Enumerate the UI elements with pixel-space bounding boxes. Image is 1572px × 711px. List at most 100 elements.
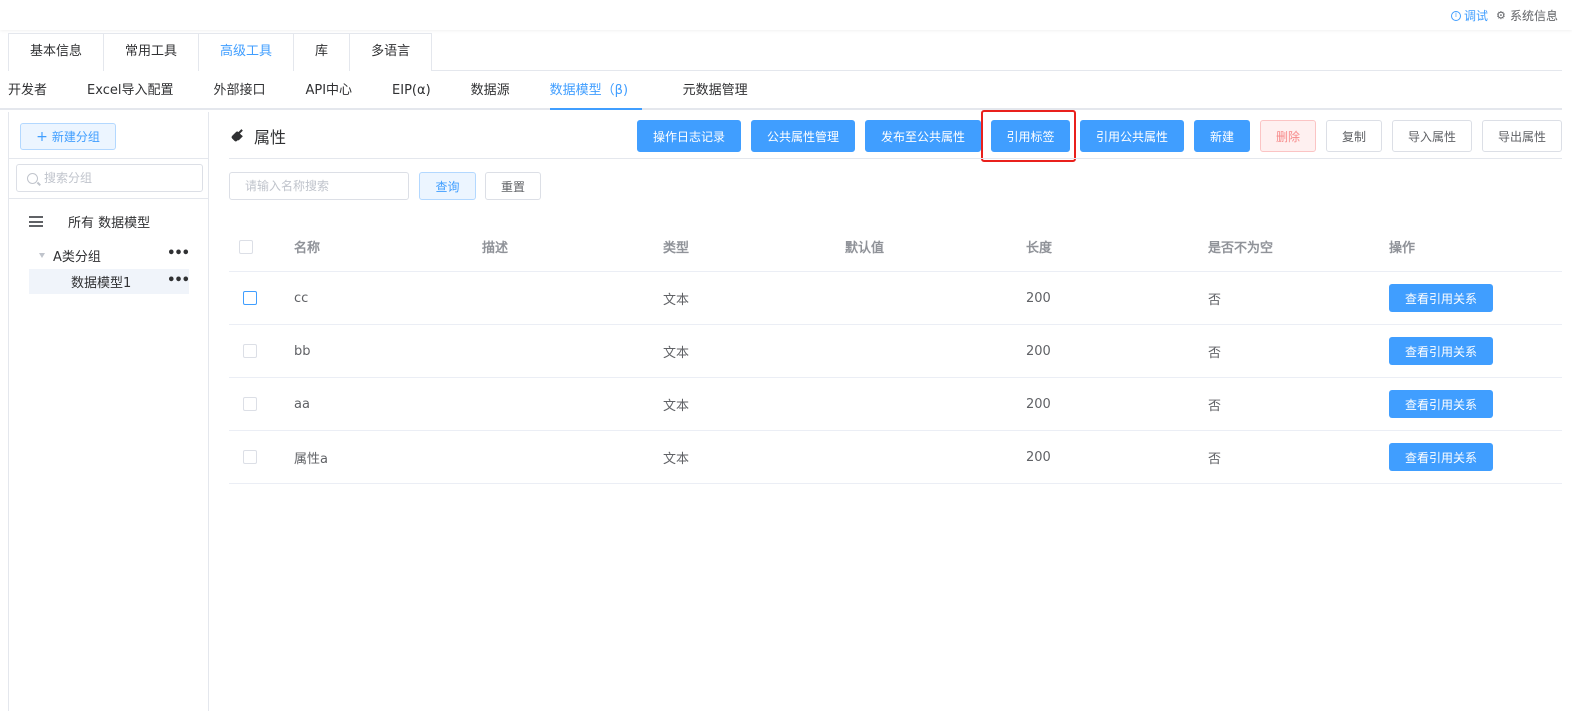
subtab-developer[interactable]: 开发者 — [0, 76, 67, 108]
new-group-button[interactable]: + 新建分组 — [20, 123, 116, 150]
tree-group-a[interactable]: A类分组 ••• — [29, 243, 190, 267]
cell-type: 文本 — [663, 345, 690, 361]
header-links: i 调试 ⚙ 系统信息 — [1450, 7, 1558, 24]
table-row: 属性a 文本 200 否 查看引用关系 — [229, 431, 1562, 484]
col-default[interactable]: 默认值 — [845, 222, 884, 271]
new-button[interactable]: 新建 — [1194, 120, 1250, 152]
reset-button[interactable]: 重置 — [485, 172, 541, 200]
delete-button[interactable]: 删除 — [1260, 120, 1316, 152]
plug-icon — [230, 128, 246, 144]
page-title: 属性 — [230, 124, 286, 148]
subtab-metadata[interactable]: 元数据管理 — [663, 76, 768, 108]
gear-icon: ⚙ — [1495, 9, 1506, 22]
group-search-input[interactable] — [44, 171, 194, 185]
col-desc[interactable]: 描述 — [482, 222, 508, 271]
subtab-datasource[interactable]: 数据源 — [451, 76, 530, 108]
attribute-table: 名称 描述 类型 默认值 长度 是否不为空 操作 cc 文本 200 否 查看引… — [229, 222, 1562, 484]
info-icon: i — [1450, 10, 1461, 21]
name-search-input[interactable] — [229, 172, 409, 200]
cell-length: 200 — [1026, 449, 1051, 465]
sidebar: + 新建分组 所有 数据模型 A类分组 ••• 数据模型1 ••• — [8, 112, 209, 711]
col-length[interactable]: 长度 — [1026, 222, 1052, 271]
plus-icon: + — [36, 128, 48, 145]
app-root: i 调试 ⚙ 系统信息 基本信息 常用工具 高级工具 库 多语言 开发者 Exc… — [0, 0, 1572, 711]
all-models-label: 所有 数据模型 — [68, 216, 151, 231]
toolbar: 操作日志记录 公共属性管理 发布至公共属性 引用标签 引用公共属性 新建 删除 … — [637, 120, 1562, 152]
cell-not-null: 否 — [1208, 292, 1222, 308]
cell-type: 文本 — [663, 398, 690, 414]
page-title-text: 属性 — [254, 128, 287, 147]
tab-common-tools[interactable]: 常用工具 — [103, 33, 200, 71]
cell-length: 200 — [1026, 343, 1051, 359]
view-references-button[interactable]: 查看引用关系 — [1389, 390, 1493, 418]
view-references-button[interactable]: 查看引用关系 — [1389, 284, 1493, 312]
cell-type: 文本 — [663, 451, 690, 467]
row-checkbox[interactable] — [243, 344, 257, 358]
export-attr-button[interactable]: 导出属性 — [1482, 120, 1562, 152]
content-divider — [229, 158, 1562, 159]
top-header: i 调试 ⚙ 系统信息 — [0, 0, 1572, 30]
cell-name: bb — [294, 343, 311, 359]
col-name[interactable]: 名称 — [294, 222, 320, 271]
main-tabs: 基本信息 常用工具 高级工具 库 多语言 — [8, 33, 1562, 72]
cell-length: 200 — [1026, 396, 1051, 412]
subtab-excel-import[interactable]: Excel导入配置 — [67, 76, 193, 108]
tree-item-model1[interactable]: 数据模型1 ••• — [29, 269, 190, 294]
subtab-external-api[interactable]: 外部接口 — [193, 76, 285, 108]
view-references-button[interactable]: 查看引用关系 — [1389, 443, 1493, 471]
subtab-eip[interactable]: EIP(α) — [372, 76, 451, 108]
cell-not-null: 否 — [1208, 451, 1222, 467]
tree-group-label: A类分组 — [53, 249, 101, 265]
debug-link[interactable]: i 调试 — [1450, 7, 1488, 24]
col-action: 操作 — [1389, 241, 1416, 256]
sysinfo-label: 系统信息 — [1509, 9, 1558, 23]
cell-not-null: 否 — [1208, 345, 1222, 361]
tab-library[interactable]: 库 — [293, 33, 351, 71]
cell-length: 200 — [1026, 290, 1051, 306]
new-group-label: 新建分组 — [51, 130, 100, 144]
debug-label: 调试 — [1463, 9, 1488, 23]
import-attr-button[interactable]: 导入属性 — [1392, 120, 1472, 152]
tab-multilanguage[interactable]: 多语言 — [349, 33, 433, 71]
row-checkbox[interactable] — [243, 291, 257, 305]
menu-icon — [29, 216, 43, 227]
cell-name: aa — [294, 396, 310, 412]
subtab-api-center[interactable]: API中心 — [285, 76, 372, 108]
view-references-button[interactable]: 查看引用关系 — [1389, 337, 1493, 365]
subtab-data-model[interactable]: 数据模型（β) — [549, 76, 642, 110]
publish-public-attr-button[interactable]: 发布至公共属性 — [865, 120, 981, 152]
more-icon[interactable]: ••• — [167, 246, 190, 261]
search-icon — [27, 172, 38, 184]
reference-public-attr-button[interactable]: 引用公共属性 — [1080, 120, 1184, 152]
table-row: bb 文本 200 否 查看引用关系 — [229, 325, 1562, 378]
tab-advanced-tools[interactable]: 高级工具 — [198, 33, 295, 72]
sysinfo-link[interactable]: ⚙ 系统信息 — [1496, 7, 1558, 24]
row-checkbox[interactable] — [243, 397, 257, 411]
tree-all-models[interactable]: 所有 数据模型 — [29, 212, 150, 231]
public-attr-manage-button[interactable]: 公共属性管理 — [751, 120, 855, 152]
cell-type: 文本 — [663, 292, 690, 308]
operation-log-button[interactable]: 操作日志记录 — [637, 120, 741, 152]
table-header: 名称 描述 类型 默认值 长度 是否不为空 操作 — [229, 222, 1562, 272]
cell-not-null: 否 — [1208, 398, 1222, 414]
sub-tabs: 开发者 Excel导入配置 外部接口 API中心 EIP(α) 数据源 数据模型… — [0, 76, 1562, 110]
cell-name: 属性a — [294, 451, 328, 467]
table-row: aa 文本 200 否 查看引用关系 — [229, 378, 1562, 431]
cell-name: cc — [294, 290, 309, 306]
tab-basic-info[interactable]: 基本信息 — [8, 33, 105, 71]
sidebar-divider-2 — [9, 198, 208, 199]
col-not-null[interactable]: 是否不为空 — [1208, 222, 1273, 271]
sidebar-divider — [9, 158, 208, 159]
query-button[interactable]: 查询 — [419, 172, 476, 200]
tree-item-label: 数据模型1 — [71, 276, 132, 291]
table-row: cc 文本 200 否 查看引用关系 — [229, 272, 1562, 325]
col-type[interactable]: 类型 — [663, 222, 689, 271]
copy-button[interactable]: 复制 — [1326, 120, 1382, 152]
more-icon[interactable]: ••• — [167, 273, 190, 288]
caret-down-icon[interactable] — [39, 252, 45, 258]
select-all-checkbox[interactable] — [239, 239, 253, 254]
row-checkbox[interactable] — [243, 450, 257, 464]
select-all-cell — [239, 222, 253, 271]
group-search-box — [16, 164, 203, 192]
reference-tag-button[interactable]: 引用标签 — [991, 120, 1070, 152]
